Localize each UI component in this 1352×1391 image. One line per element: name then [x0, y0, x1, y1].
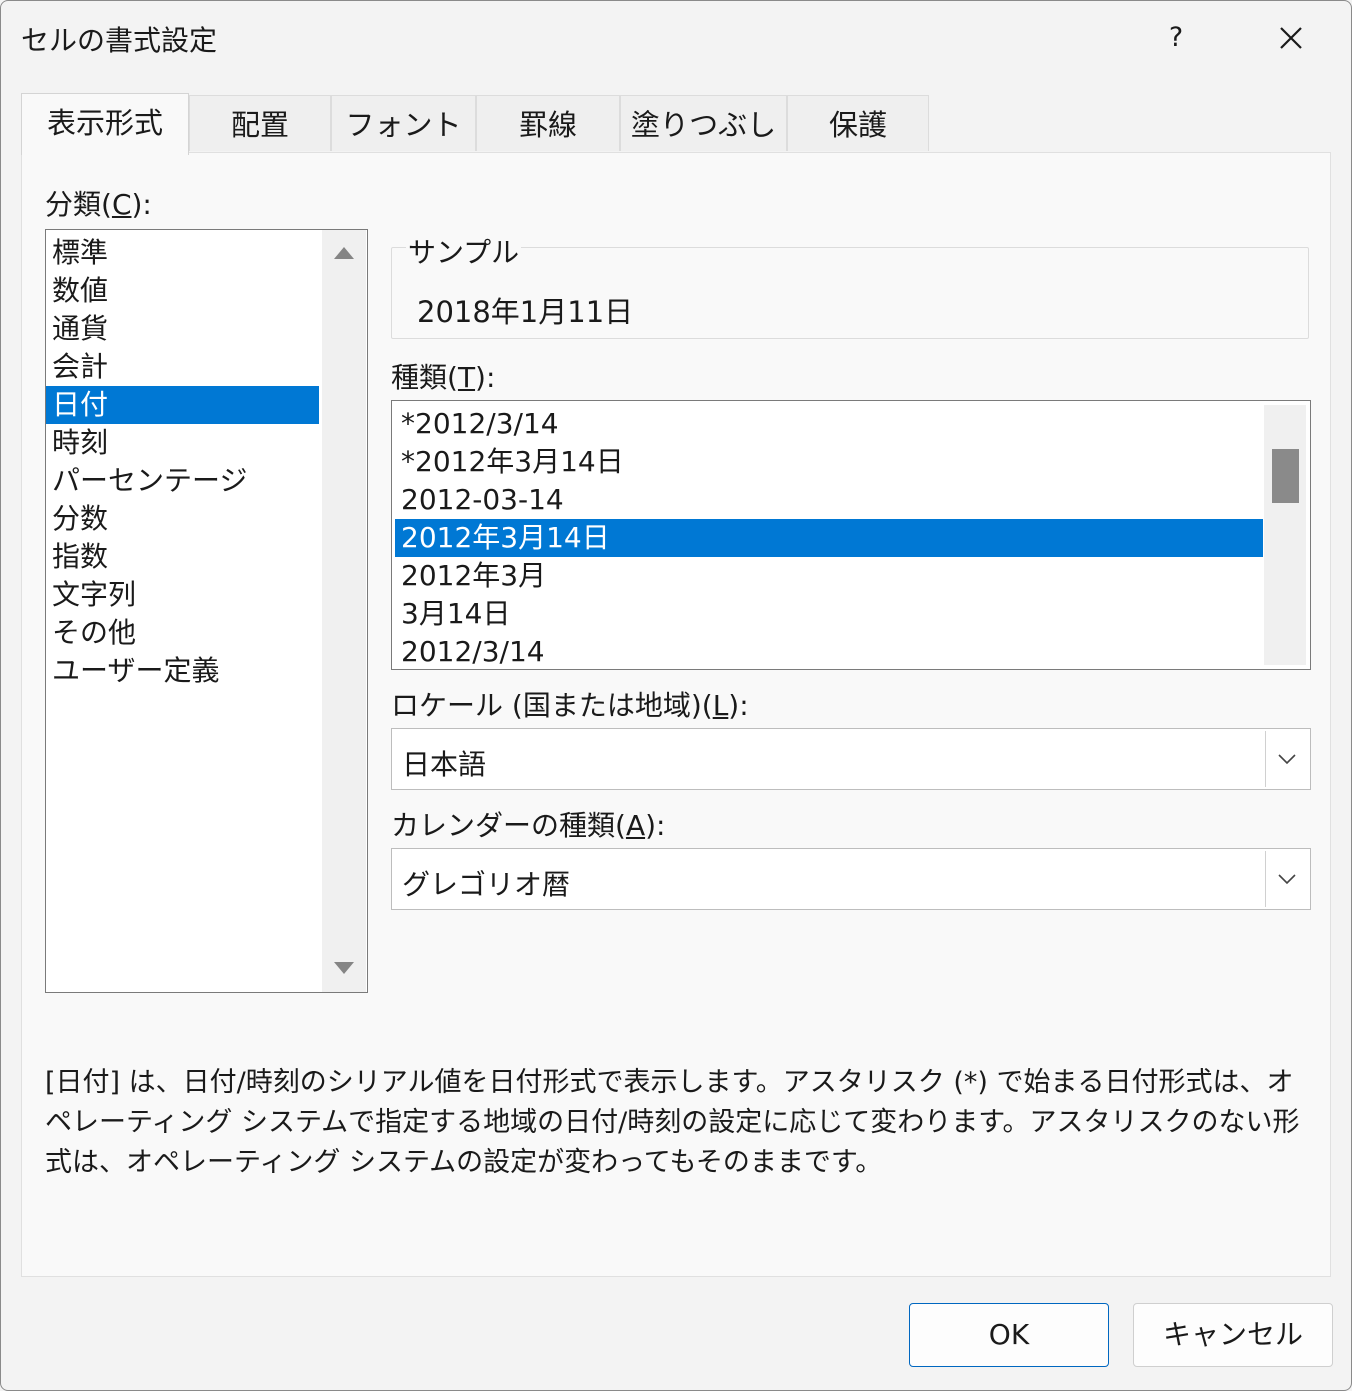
- type-item[interactable]: 2012-03-14: [395, 481, 1263, 519]
- category-item[interactable]: 分数: [46, 500, 319, 538]
- format-description: [日付] は、日付/時刻のシリアル値を日付形式で表示します。アスタリスク (*)…: [45, 1067, 1300, 1178]
- category-list[interactable]: 標準 数値 通貨 会計 日付 時刻 パーセンテージ 分数 指数 文字列 その他 ユーザー定義: [45, 229, 368, 993]
- title-bar: セルの書式設定 ?: [1, 1, 1351, 77]
- calendar-dropdown-button[interactable]: [1265, 851, 1308, 907]
- tab-alignment[interactable]: 配置: [189, 95, 331, 151]
- ok-button[interactable]: OK: [909, 1303, 1109, 1367]
- type-scroll-thumb[interactable]: [1272, 449, 1299, 503]
- close-icon: [1280, 27, 1302, 49]
- category-item[interactable]: 数値: [46, 272, 319, 310]
- calendar-label: カレンダーの種類(A):: [391, 809, 666, 842]
- help-button[interactable]: ?: [1151, 15, 1201, 61]
- category-item[interactable]: 標準: [46, 234, 319, 272]
- sample-value: 2018年1月11日: [417, 295, 634, 329]
- category-item[interactable]: 会計: [46, 348, 319, 386]
- category-item[interactable]: ユーザー定義: [46, 652, 319, 690]
- locale-value: 日本語: [402, 748, 487, 781]
- type-label: 種類(T):: [391, 361, 496, 394]
- sample-legend: サンプル: [406, 231, 522, 271]
- type-item[interactable]: 2012年3月: [395, 557, 1263, 595]
- tab-fill[interactable]: 塗りつぶし: [620, 95, 787, 151]
- locale-label: ロケール (国または地域)(L):: [391, 689, 749, 722]
- category-item[interactable]: 日付: [46, 386, 319, 424]
- type-list[interactable]: *2012/3/14 *2012年3月14日 2012-03-14 2012年3月14…: [391, 400, 1311, 670]
- type-item[interactable]: *2012年3月14日: [395, 443, 1263, 481]
- type-item[interactable]: 2012/3/14: [395, 633, 1263, 669]
- category-scrollbar[interactable]: [322, 230, 366, 992]
- category-item[interactable]: その他: [46, 614, 319, 652]
- category-item[interactable]: 通貨: [46, 310, 319, 348]
- tab-font[interactable]: フォント: [331, 95, 476, 151]
- category-item[interactable]: 時刻: [46, 424, 319, 462]
- chevron-down-icon: [1278, 754, 1296, 765]
- type-item[interactable]: *2012/3/14: [395, 405, 1263, 443]
- calendar-value: グレゴリオ暦: [402, 868, 571, 901]
- type-item[interactable]: 2012年3月14日: [395, 519, 1263, 557]
- type-item[interactable]: 3月14日: [395, 595, 1263, 633]
- close-button[interactable]: [1263, 15, 1319, 61]
- category-item[interactable]: パーセンテージ: [46, 462, 319, 500]
- format-cells-dialog: セルの書式設定 ? 表示形式 配置 フォント 罫線 塗りつぶし 保護 分類(C)…: [0, 0, 1352, 1391]
- dialog-title: セルの書式設定: [21, 24, 218, 57]
- locale-select[interactable]: 日本語: [391, 728, 1311, 790]
- scroll-up-arrow-icon[interactable]: [334, 247, 354, 259]
- chevron-down-icon: [1278, 874, 1296, 885]
- scroll-down-arrow-icon[interactable]: [334, 962, 354, 974]
- tab-protection[interactable]: 保護: [787, 95, 929, 151]
- tab-number-format[interactable]: 表示形式: [21, 93, 189, 155]
- calendar-select[interactable]: グレゴリオ暦: [391, 848, 1311, 910]
- cancel-button[interactable]: キャンセル: [1133, 1303, 1333, 1367]
- tab-border[interactable]: 罫線: [476, 95, 620, 151]
- locale-dropdown-button[interactable]: [1265, 731, 1308, 787]
- type-scrollbar[interactable]: [1264, 405, 1306, 665]
- category-item[interactable]: 文字列: [46, 576, 319, 614]
- category-item[interactable]: 指数: [46, 538, 319, 576]
- category-label: 分類(C):: [45, 188, 152, 221]
